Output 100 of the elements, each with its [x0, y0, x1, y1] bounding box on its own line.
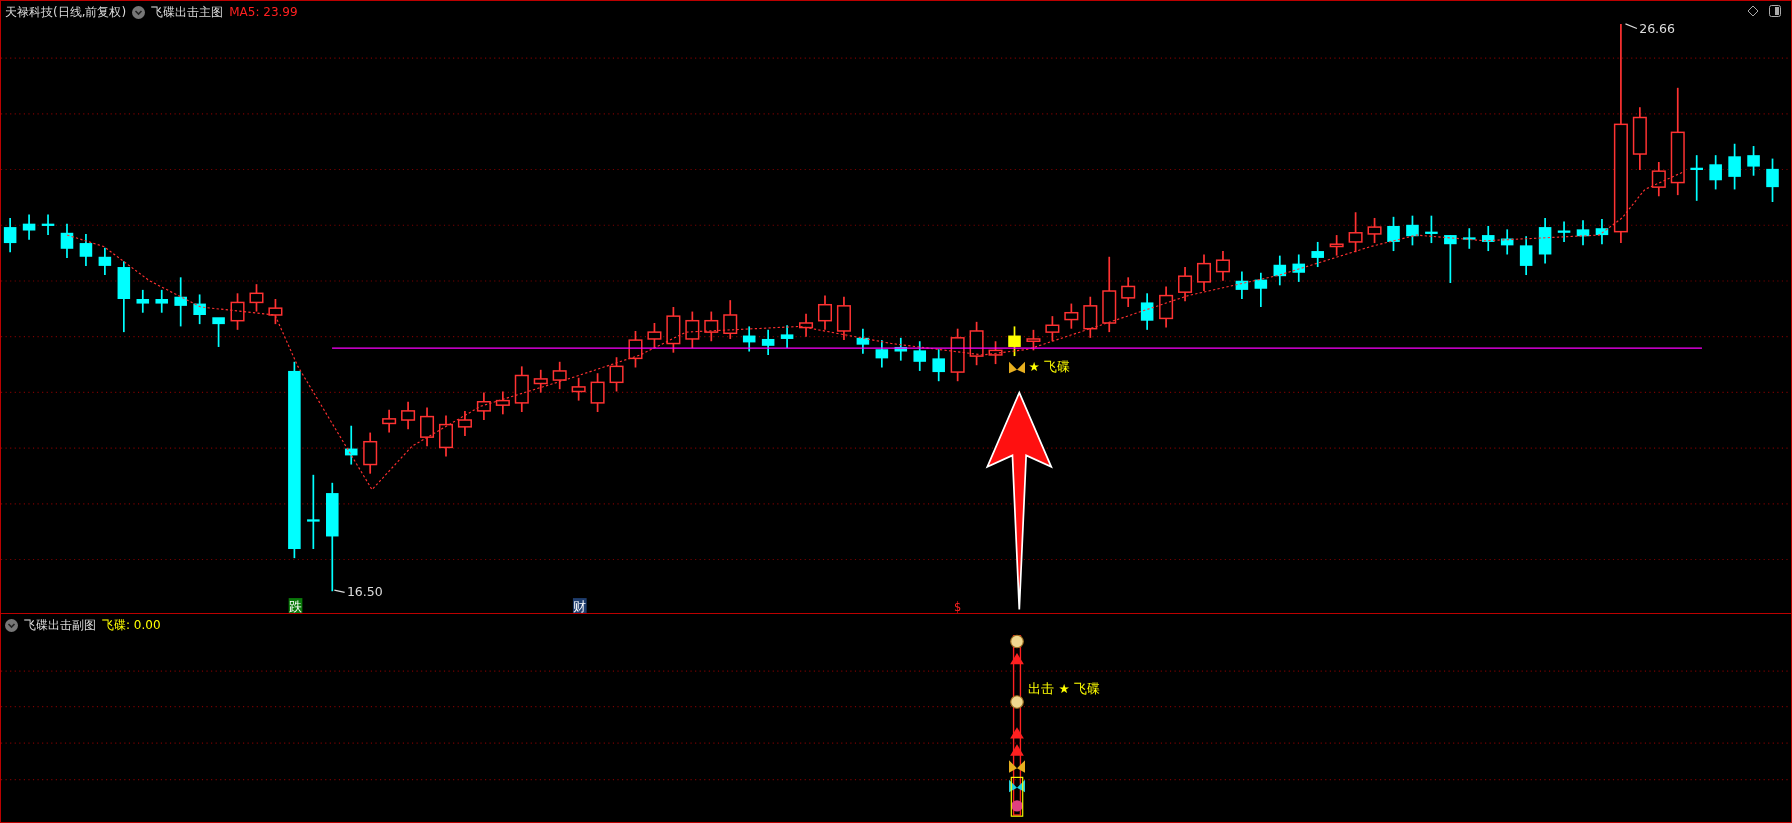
- candlestick: [988, 340, 1003, 365]
- candlestick: [723, 299, 738, 340]
- candlestick: [249, 283, 264, 313]
- candlestick: [1045, 315, 1060, 343]
- candlestick: [1197, 253, 1211, 292]
- candlestick: [136, 289, 150, 314]
- candlestick: [1709, 154, 1722, 191]
- candlestick: [609, 356, 624, 393]
- candlestick: [704, 310, 719, 343]
- chevron-circle-icon[interactable]: [5, 618, 18, 632]
- candlestick: [1064, 302, 1079, 330]
- candlestick: [1576, 219, 1590, 247]
- candlestick: [420, 406, 435, 448]
- candlestick: [799, 313, 814, 338]
- candlestick: [3, 217, 17, 254]
- candlestick: [476, 391, 491, 421]
- candlestick: [1235, 270, 1249, 300]
- candlestick: [1632, 106, 1647, 171]
- signal-label: ★ 飞碟: [1028, 358, 1070, 374]
- leader-line: [333, 589, 346, 593]
- candlestick: [552, 360, 567, 391]
- candlestick: [1008, 325, 1021, 357]
- ma-reading: MA5: 23.99: [229, 4, 298, 21]
- candlestick: [647, 322, 662, 349]
- candlestick: [590, 372, 605, 413]
- candlestick: [212, 317, 225, 348]
- candlestick: [230, 292, 245, 331]
- candlestick: [1348, 211, 1363, 254]
- candlestick: [1254, 271, 1268, 308]
- candlestick: [1273, 254, 1287, 287]
- event-marker: $: [954, 599, 962, 613]
- event-marker: 跌: [288, 598, 303, 613]
- candlestick: [1159, 285, 1174, 329]
- high-price-label: 26.66: [1639, 21, 1676, 36]
- panel-toggle-icon[interactable]: [1769, 5, 1781, 17]
- candlestick: [457, 410, 472, 437]
- candlestick: [1519, 235, 1533, 276]
- candlestick: [41, 213, 55, 236]
- indicator-name: 飞碟出击副图: [24, 617, 96, 634]
- candlestick: [22, 213, 36, 241]
- candlestick: [1651, 161, 1666, 198]
- candlestick: [1387, 215, 1400, 252]
- candlestick: [1121, 276, 1136, 308]
- diamond-icon[interactable]: [1747, 5, 1759, 17]
- candlestick: [1595, 218, 1609, 246]
- butterfly-icon: [1009, 361, 1025, 374]
- chevron-circle-icon[interactable]: [132, 5, 146, 19]
- candlestick: [875, 339, 889, 369]
- candlestick: [344, 424, 358, 466]
- candlestick: [79, 233, 93, 267]
- candlestick: [836, 295, 851, 341]
- candlestick: [1463, 227, 1476, 250]
- low-price-label: 16.50: [346, 583, 383, 599]
- candlestick: [1728, 142, 1741, 191]
- candlestick: [742, 325, 756, 353]
- candlestick: [1538, 217, 1552, 265]
- candlestick: [1292, 253, 1306, 283]
- candlestick: [685, 310, 700, 349]
- candlestick: [363, 431, 378, 475]
- signal-label: 出击 ★ 飞碟: [1028, 680, 1100, 696]
- candlestick: [382, 408, 397, 434]
- candlestick: [1329, 234, 1344, 257]
- candlestick: [761, 328, 775, 356]
- candlestick: [155, 289, 168, 314]
- candlestick: [913, 340, 926, 372]
- candlestick: [856, 327, 870, 355]
- candlestick: [193, 293, 206, 325]
- candlestick: [628, 330, 643, 369]
- candlestick: [1406, 214, 1419, 247]
- candlestick: [1444, 234, 1457, 284]
- stock-title: 天禄科技(日线,前复权): [5, 4, 127, 21]
- candlestick: [950, 327, 965, 383]
- candlestick: [817, 294, 832, 331]
- candlestick: [98, 246, 112, 276]
- candlestick: [1083, 295, 1098, 339]
- leader-line: [1624, 23, 1638, 29]
- candlestick: [1690, 154, 1703, 202]
- candlestick: [1425, 214, 1438, 244]
- candlestick: [174, 276, 187, 328]
- candlestick: [894, 336, 908, 362]
- candlestick: [495, 390, 510, 416]
- candlestick: [1026, 328, 1041, 352]
- candlestick: [969, 321, 984, 367]
- candlestick: [1500, 228, 1514, 256]
- candlestick: [438, 414, 453, 458]
- candlestick: [780, 324, 794, 349]
- candlestick: [533, 368, 548, 394]
- candlestick: [268, 298, 283, 325]
- indicator-name: 飞碟出击主图: [151, 4, 224, 21]
- candlestick: [1766, 157, 1779, 203]
- candlestick: [1481, 225, 1495, 252]
- candlestick: [1747, 145, 1760, 177]
- candlestick: [1557, 220, 1571, 243]
- candlestick: [1367, 217, 1382, 244]
- candlestick: [1311, 241, 1324, 268]
- candlestick: [1178, 266, 1193, 303]
- candlestick: [1215, 250, 1230, 282]
- candlestick: [1140, 292, 1154, 331]
- candlestick: [401, 400, 416, 430]
- event-marker: 财: [572, 598, 587, 613]
